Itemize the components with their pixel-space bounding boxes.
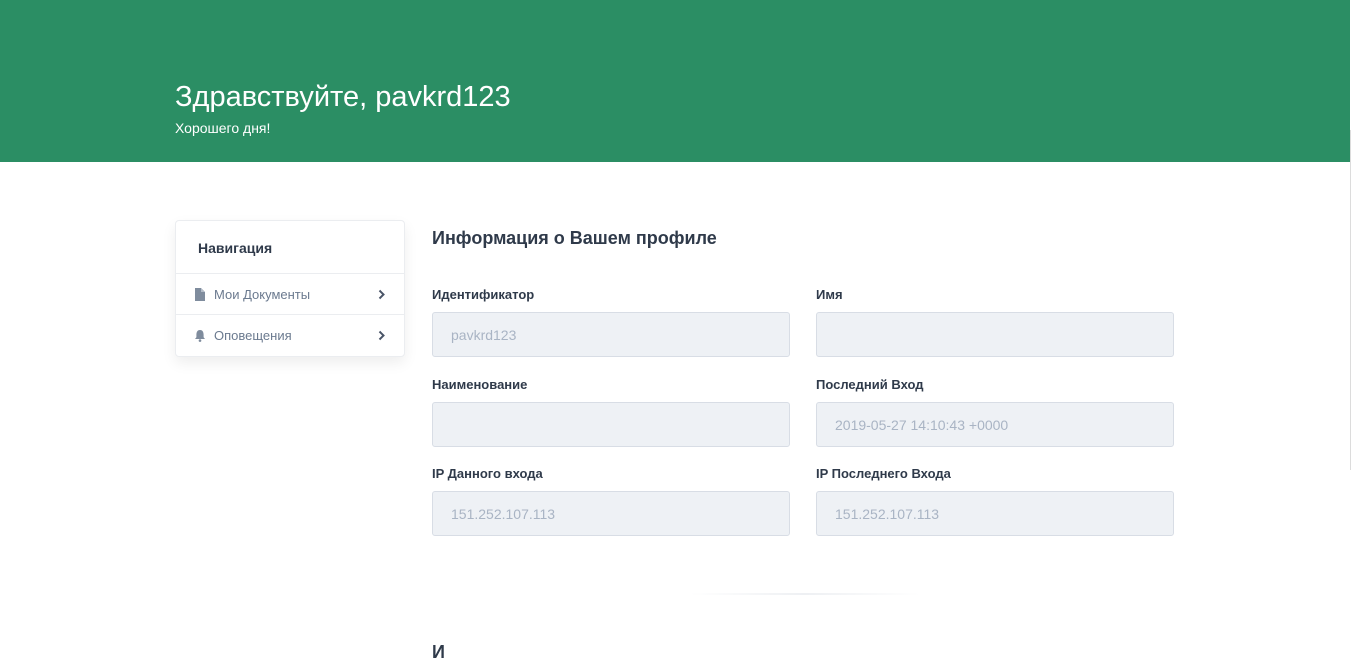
profile-section-title: Информация о Вашем профиле <box>432 228 717 248</box>
nav-item-label: Оповещения <box>214 328 292 343</box>
title-name-label: Наименование <box>432 377 528 392</box>
scrollbar-thumb[interactable] <box>1350 130 1351 470</box>
page-greeting: Здравствуйте, pavkrd123 <box>175 81 511 113</box>
last-ip-label: IP Последнего Входа <box>816 466 951 481</box>
nav-item-notifications[interactable]: Оповещения <box>176 315 404 356</box>
last-login-field[interactable] <box>816 402 1174 447</box>
identifier-label: Идентификатор <box>432 287 535 302</box>
nav-item-documents[interactable]: Мои Документы <box>176 274 404 315</box>
greeting-subtitle: Хорошего дня! <box>175 120 271 136</box>
navigation-title: Навигация <box>176 221 404 274</box>
current-ip-label: IP Данного входа <box>432 466 543 481</box>
bell-icon <box>195 330 205 342</box>
current-ip-field[interactable] <box>432 491 790 536</box>
identifier-field[interactable] <box>432 312 790 357</box>
last-login-label: Последний Вход <box>816 377 924 392</box>
chevron-right-icon <box>378 330 385 341</box>
section-divider <box>690 593 920 595</box>
name-field[interactable] <box>816 312 1174 357</box>
title-name-field[interactable] <box>432 402 790 447</box>
header-banner: Здравствуйте, pavkrd123 Хорошего дня! <box>0 0 1350 162</box>
nav-item-label: Мои Документы <box>214 287 311 302</box>
document-icon <box>195 288 205 301</box>
last-ip-field[interactable] <box>816 491 1174 536</box>
next-section-title: И <box>432 642 445 662</box>
navigation-card: Навигация Мои Документы Оповещения <box>175 220 405 357</box>
chevron-right-icon <box>378 289 385 300</box>
name-label: Имя <box>816 287 843 302</box>
